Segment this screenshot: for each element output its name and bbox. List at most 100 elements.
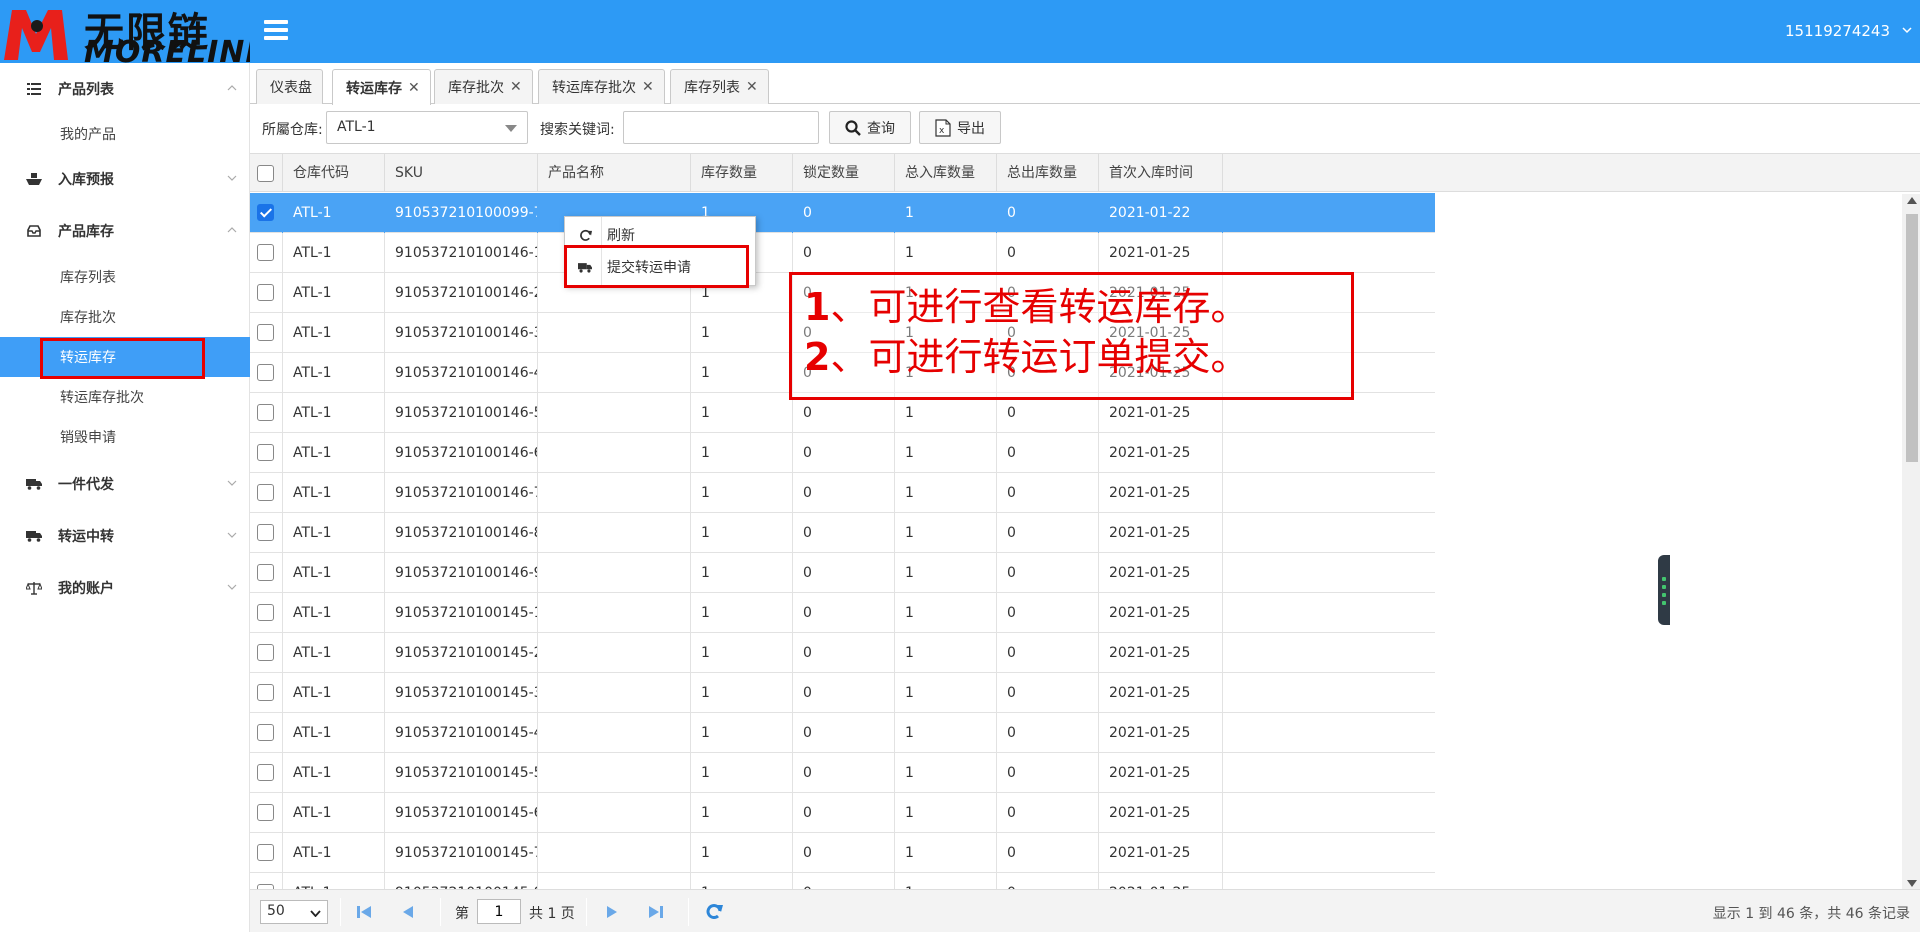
sidebar-item-inventory-batch[interactable]: 库存批次 — [0, 297, 250, 337]
column-header[interactable]: SKU — [385, 154, 538, 192]
truck-icon — [26, 476, 42, 492]
sidebar-group-dropshipping[interactable]: 一件代发 — [0, 464, 250, 504]
page-size-select[interactable]: 50 — [260, 900, 328, 924]
row-checkbox-cell — [250, 713, 283, 753]
cell-total-inbound: 1 — [895, 633, 997, 673]
column-header[interactable]: 总出库数量 — [997, 154, 1099, 192]
cell-sku: 910537210100145-3 — [385, 673, 538, 713]
column-header[interactable]: 总入库数量 — [895, 154, 997, 192]
row-checkbox[interactable] — [257, 844, 274, 861]
close-icon[interactable]: ✕ — [746, 79, 758, 95]
sidebar-item-inventory-list[interactable]: 库存列表 — [0, 257, 250, 297]
table-row[interactable]: ATL-1 910537210100146-7 1 0 1 0 2021-01-25 — [250, 473, 1435, 513]
sidebar-group-product-inventory[interactable]: 产品库存 — [0, 211, 250, 251]
column-header[interactable]: 库存数量 — [691, 154, 793, 192]
cell-first-inbound-date: 2021-01-25 — [1099, 673, 1223, 713]
tab-inventory-list[interactable]: 库存列表 ✕ — [670, 69, 769, 104]
context-menu-submit-transit[interactable]: 提交转运申请 — [565, 252, 757, 282]
sidebar-group-transit[interactable]: 转运中转 — [0, 516, 250, 556]
sidebar-item-destroy-request[interactable]: 销毁申请 — [0, 417, 250, 457]
row-checkbox[interactable] — [257, 324, 274, 341]
row-checkbox[interactable] — [257, 564, 274, 581]
row-checkbox[interactable] — [257, 724, 274, 741]
row-checkbox[interactable] — [257, 244, 274, 261]
tab-transit-inventory[interactable]: 转运库存 ✕ — [332, 69, 431, 105]
close-icon[interactable]: ✕ — [510, 79, 522, 95]
row-checkbox[interactable] — [257, 204, 274, 221]
scroll-up-arrow-icon[interactable] — [1907, 197, 1917, 204]
table-row[interactable]: ATL-1910537210100145-810102021-01-25 — [250, 873, 1435, 889]
previous-page-icon[interactable] — [398, 902, 418, 922]
row-checkbox[interactable] — [257, 604, 274, 621]
export-button[interactable]: x 导出 — [919, 111, 1001, 144]
cell-warehouse-code: ATL-1 — [283, 393, 385, 433]
table-row[interactable]: ATL-1 910537210100146-8 1 0 1 0 2021-01-25 — [250, 513, 1435, 553]
page-number-input[interactable] — [477, 899, 521, 924]
search-icon — [845, 119, 861, 136]
table-row[interactable]: ATL-1910537210100146-110102021-01-25 — [250, 233, 1435, 273]
table-row[interactable]: ATL-1 910537210100145-2 1 0 1 0 2021-01-25 — [250, 633, 1435, 673]
row-checkbox[interactable] — [257, 524, 274, 541]
select-all-checkbox[interactable] — [257, 165, 274, 182]
cell-sku: 910537210100146-7 — [385, 473, 538, 513]
scroll-down-arrow-icon[interactable] — [1907, 880, 1917, 887]
close-icon[interactable]: ✕ — [408, 80, 420, 96]
table-row[interactable]: ATL-1 910537210100146-9 1 0 1 0 2021-01-25 — [250, 553, 1435, 593]
column-header[interactable]: 仓库代码 — [283, 154, 385, 192]
refresh-icon[interactable] — [704, 902, 724, 922]
warehouse-select[interactable]: ATL-1 — [326, 111, 528, 144]
row-checkbox[interactable] — [257, 284, 274, 301]
next-page-icon[interactable] — [602, 902, 622, 922]
tab-dashboard[interactable]: 仪表盘 — [256, 69, 323, 104]
column-header[interactable]: 首次入库时间 — [1099, 154, 1223, 192]
scrollbar-thumb[interactable] — [1906, 214, 1918, 462]
table-row[interactable]: ATL-1 910537210100145-3 1 0 1 0 2021-01-25 — [250, 673, 1435, 713]
row-checkbox[interactable] — [257, 764, 274, 781]
app-window: 无限链接 MORELINK 15119274243 产品列表 我的产品 入库预报 — [0, 0, 1920, 932]
close-icon[interactable]: ✕ — [642, 79, 654, 95]
first-page-icon[interactable] — [354, 902, 374, 922]
sidebar-item-my-products[interactable]: 我的产品 — [0, 114, 250, 154]
keyword-input[interactable] — [623, 111, 819, 144]
cell-product-name — [538, 473, 691, 513]
query-button[interactable]: 查询 — [829, 111, 911, 144]
cell-sku: 910537210100145-4 — [385, 713, 538, 753]
row-checkbox[interactable] — [257, 684, 274, 701]
row-checkbox[interactable] — [257, 644, 274, 661]
sidebar-group-product-list[interactable]: 产品列表 — [0, 69, 250, 109]
chevron-down-icon — [310, 910, 321, 917]
row-checkbox-cell — [250, 673, 283, 713]
row-checkbox[interactable] — [257, 364, 274, 381]
table-row[interactable]: ATL-1 910537210100145-7 1 0 1 0 2021-01-25 — [250, 833, 1435, 873]
context-menu-refresh[interactable]: 刷新 — [565, 220, 757, 250]
query-button-label: 查询 — [867, 120, 895, 137]
table-row[interactable]: ATL-1 910537210100146-6 1 0 1 0 2021-01-25 — [250, 433, 1435, 473]
hamburger-menu-icon[interactable] — [264, 20, 288, 42]
row-checkbox-cell — [250, 553, 283, 593]
table-row[interactable]: ATL-1 910537210100099-7 1 0 1 0 2021-01-22 — [250, 193, 1435, 233]
sidebar-group-inbound-forecast[interactable]: 入库预报 — [0, 159, 250, 199]
pagination-bar: 50 第 共 1 页 显示 1 到 46 条，共 46 条记录 — [250, 889, 1920, 932]
cell-locked-qty: 0 — [793, 833, 895, 873]
tab-inventory-batch[interactable]: 库存批次 ✕ — [434, 69, 533, 104]
side-widget[interactable] — [1658, 555, 1670, 625]
row-checkbox[interactable] — [257, 804, 274, 821]
chevron-down-icon[interactable] — [1902, 26, 1912, 34]
table-row[interactable]: ATL-1 910537210100145-5 1 0 1 0 2021-01-25 — [250, 753, 1435, 793]
row-checkbox[interactable] — [257, 444, 274, 461]
sidebar-group-my-account[interactable]: 我的账户 — [0, 568, 250, 608]
column-header[interactable]: 锁定数量 — [793, 154, 895, 192]
sidebar-item-transit-inventory[interactable]: 转运库存 — [0, 337, 250, 377]
cell-locked-qty: 0 — [793, 593, 895, 633]
table-row[interactable]: ATL-1 910537210100145-1 1 0 1 0 2021-01-25 — [250, 593, 1435, 633]
tab-transit-inventory-batch[interactable]: 转运库存批次 ✕ — [538, 69, 665, 104]
user-account[interactable]: 15119274243 — [1785, 22, 1890, 40]
grid-scrollbar[interactable] — [1902, 194, 1920, 889]
sidebar-item-transit-inventory-batch[interactable]: 转运库存批次 — [0, 377, 250, 417]
last-page-icon[interactable] — [646, 902, 666, 922]
table-row[interactable]: ATL-1 910537210100145-6 1 0 1 0 2021-01-25 — [250, 793, 1435, 833]
table-row[interactable]: ATL-1 910537210100145-4 1 0 1 0 2021-01-25 — [250, 713, 1435, 753]
row-checkbox[interactable] — [257, 404, 274, 421]
row-checkbox[interactable] — [257, 484, 274, 501]
column-header[interactable]: 产品名称 — [538, 154, 691, 192]
